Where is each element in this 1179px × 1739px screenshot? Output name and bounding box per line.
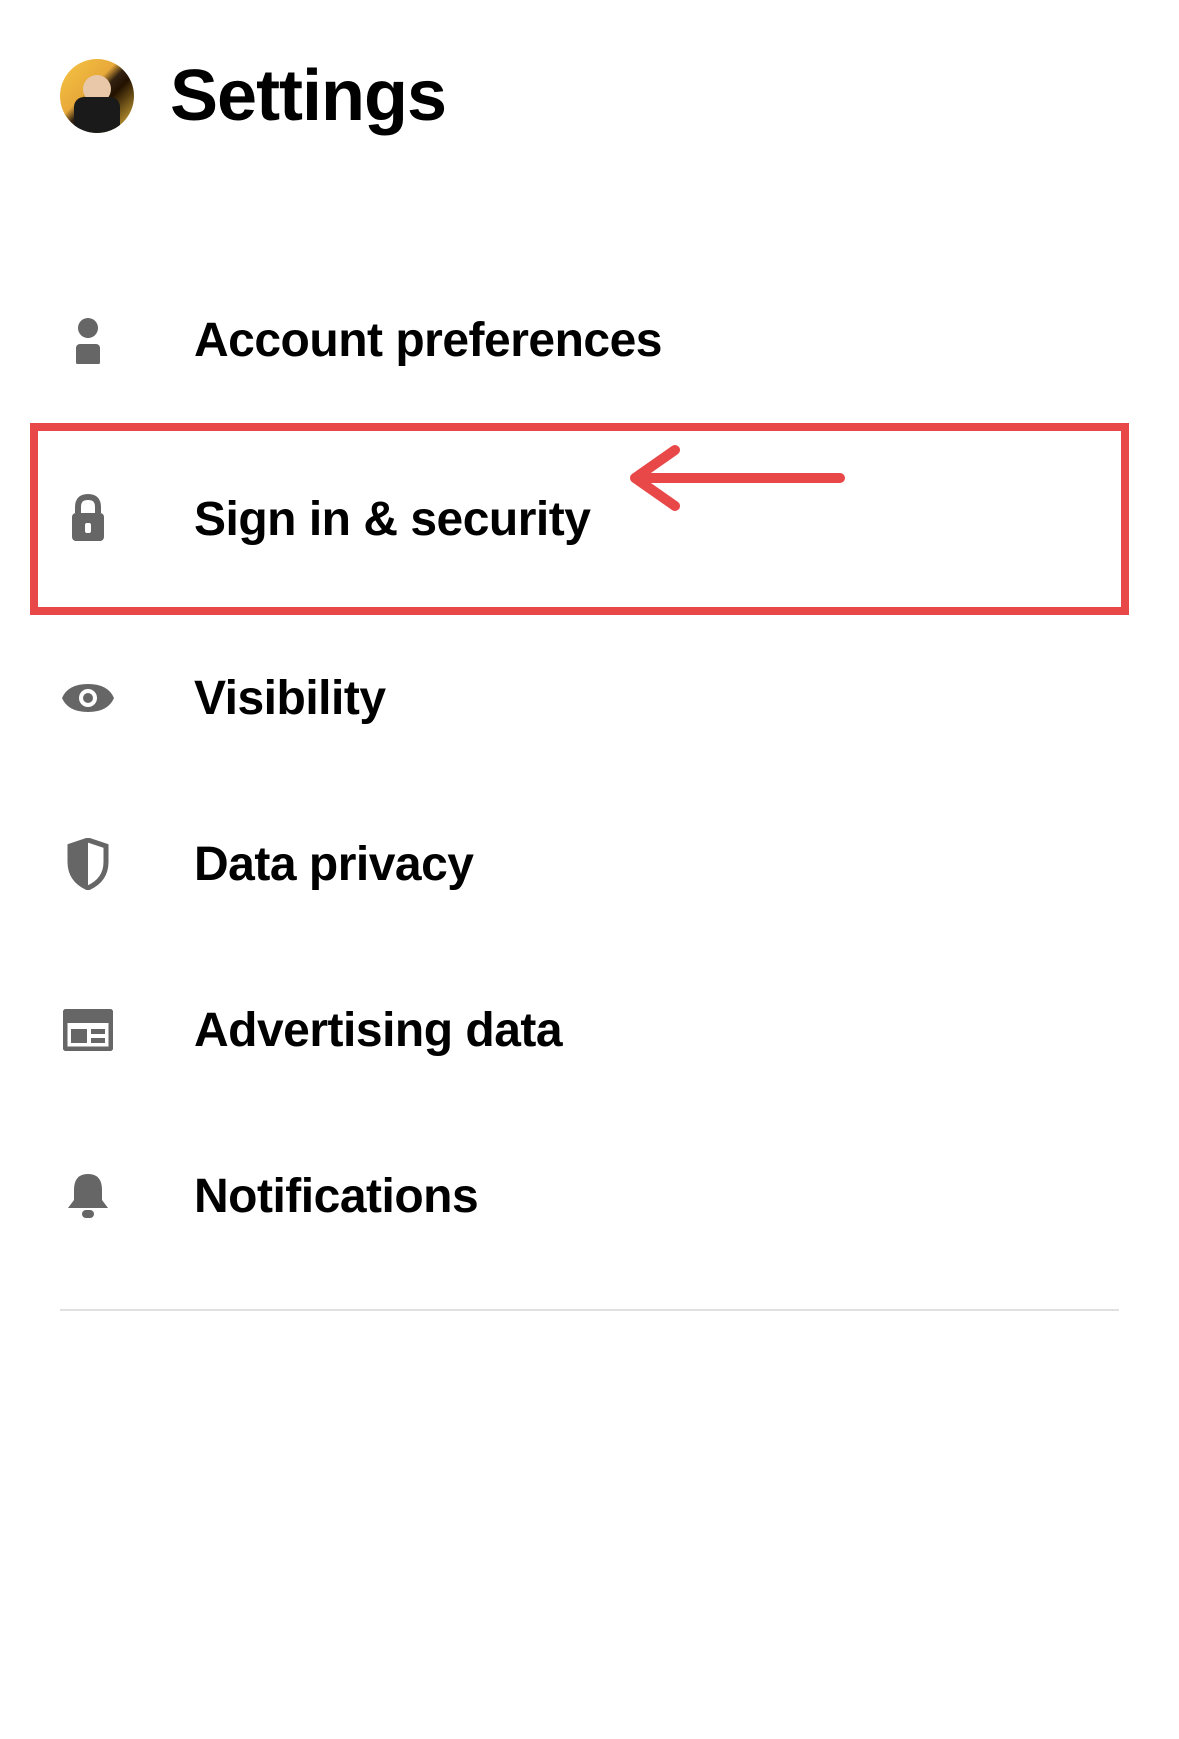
- newspaper-icon: [60, 1002, 116, 1058]
- menu-item-label: Notifications: [194, 1169, 478, 1224]
- eye-icon: [60, 670, 116, 726]
- menu-item-label: Data privacy: [194, 837, 474, 892]
- menu-item-account-preferences[interactable]: Account preferences: [60, 257, 1119, 423]
- menu-item-notifications[interactable]: Notifications: [60, 1113, 1119, 1279]
- lock-icon: [60, 491, 116, 547]
- avatar[interactable]: [60, 59, 134, 133]
- menu-item-advertising-data[interactable]: Advertising data: [60, 947, 1119, 1113]
- bell-icon: [60, 1168, 116, 1224]
- page-title: Settings: [170, 55, 446, 137]
- menu-item-label: Advertising data: [194, 1003, 562, 1058]
- person-icon: [60, 312, 116, 368]
- menu-item-label: Sign in & security: [194, 492, 590, 547]
- shield-icon: [60, 836, 116, 892]
- divider: [60, 1309, 1119, 1311]
- settings-menu: Account preferences Sign in & security V…: [0, 257, 1179, 1279]
- menu-item-data-privacy[interactable]: Data privacy: [60, 781, 1119, 947]
- settings-header: Settings: [0, 0, 1179, 137]
- menu-item-visibility[interactable]: Visibility: [60, 615, 1119, 781]
- menu-item-label: Account preferences: [194, 313, 662, 368]
- menu-item-label: Visibility: [194, 671, 386, 726]
- menu-item-sign-in-security[interactable]: Sign in & security: [30, 423, 1129, 615]
